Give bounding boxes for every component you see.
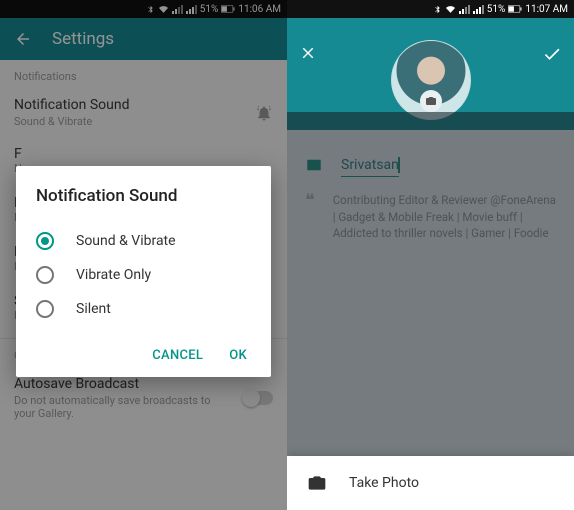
battery-pct: 51% xyxy=(487,4,506,15)
sheet-scrim[interactable] xyxy=(287,112,574,456)
ok-button[interactable]: OK xyxy=(229,348,247,363)
camera-icon xyxy=(307,473,327,493)
close-icon[interactable] xyxy=(299,44,317,62)
edit-profile-screen: 51% 11:07 AM Srivatsan ❝ Contributing Ed… xyxy=(287,0,574,510)
option-sound-vibrate[interactable]: Sound & Vibrate xyxy=(36,224,251,258)
clock: 11:07 AM xyxy=(525,4,568,15)
signal-icon-2 xyxy=(473,5,484,14)
battery-icon xyxy=(508,5,522,13)
notification-sound-dialog: Notification Sound Sound & Vibrate Vibra… xyxy=(16,166,271,377)
photo-bottom-sheet: Take Photo xyxy=(287,456,574,510)
radio-icon xyxy=(36,300,54,318)
take-photo-button[interactable]: Take Photo xyxy=(349,475,419,491)
option-label: Sound & Vibrate xyxy=(76,233,176,249)
check-icon[interactable] xyxy=(542,44,562,64)
bluetooth-icon xyxy=(433,5,442,14)
option-silent[interactable]: Silent xyxy=(36,292,251,326)
camera-icon xyxy=(425,95,437,107)
radio-icon xyxy=(36,232,54,250)
option-label: Vibrate Only xyxy=(76,267,151,283)
option-label: Silent xyxy=(76,301,111,317)
status-bar: 51% 11:07 AM xyxy=(287,0,574,18)
camera-badge[interactable] xyxy=(420,90,442,112)
wifi-icon xyxy=(445,5,456,14)
option-vibrate-only[interactable]: Vibrate Only xyxy=(36,258,251,292)
radio-icon xyxy=(36,266,54,284)
dialog-title: Notification Sound xyxy=(36,186,251,206)
signal-icon xyxy=(459,5,470,14)
cancel-button[interactable]: CANCEL xyxy=(152,348,203,363)
settings-screen: 51% 11:06 AM Settings Notifications Noti… xyxy=(0,0,287,510)
